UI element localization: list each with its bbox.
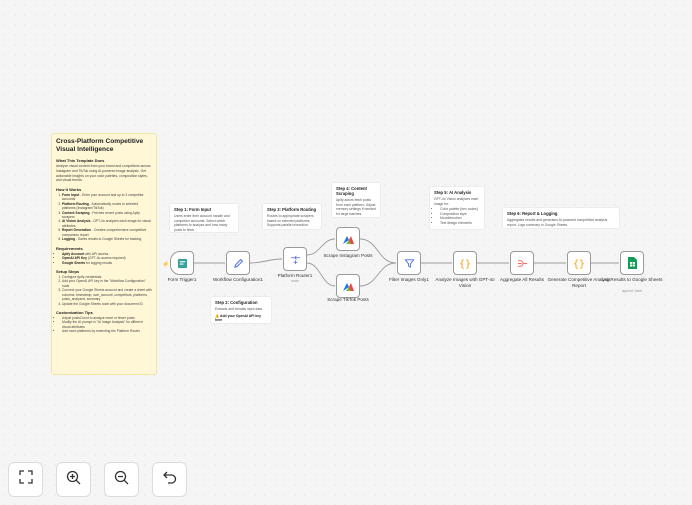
log-results-subtitle: append: sheet — [621, 289, 643, 293]
undo-icon — [162, 470, 177, 489]
router-icon — [289, 253, 302, 266]
edge-config-router — [249, 258, 283, 264]
step4-title: Step 4: Content Scraping — [336, 186, 367, 196]
tips-heading: Customization Tips — [56, 310, 93, 316]
step5-title: Step 5: AI Analysis — [434, 190, 472, 195]
list-item: Content Scraping - Fetches recent posts … — [62, 211, 152, 220]
aggregate-node[interactable] — [510, 251, 534, 275]
apify-icon — [342, 233, 355, 246]
pencil-icon — [232, 257, 245, 270]
step3-title: Step 3: Platform Routing — [267, 207, 317, 212]
setup-heading: Setup Steps — [56, 268, 80, 274]
requirements-heading: Requirements — [56, 245, 83, 251]
code-braces-icon: {} — [573, 257, 586, 270]
form-trigger-node[interactable] — [170, 251, 194, 275]
what-text: Analyze visual content from your brand a… — [56, 164, 151, 183]
step5-text: GPT-4o Vision analyzes each image for: — [434, 197, 479, 206]
svg-text:{}: {} — [459, 259, 471, 269]
step2-sticky-note[interactable]: Step 2: Configuration Extracts and forma… — [210, 296, 272, 324]
list-item: Logging - Saves results to Google Sheets… — [62, 237, 152, 241]
list-item: Google Sheets for logging results — [62, 261, 152, 265]
list-item: Platform Routing - Automatically routes … — [62, 202, 152, 211]
step4-sticky-note[interactable]: Step 4: Content Scraping Apify actors fe… — [331, 182, 381, 218]
list-item: Text design elements — [440, 221, 480, 226]
google-sheets-icon — [626, 257, 639, 270]
step1-text: Users enter their account handle and com… — [174, 214, 230, 232]
list-item: Update the Google Sheets node with your … — [62, 302, 152, 306]
log-results-node[interactable] — [620, 251, 644, 275]
platform-router-subtitle: mode — [291, 279, 299, 283]
scrape-tiktok-label: Scrape TikTok Posts — [327, 297, 369, 302]
analyze-images-node[interactable]: {} — [453, 251, 477, 275]
workflow-config-node[interactable] — [226, 251, 250, 275]
overview-sticky-note[interactable]: Cross-Platform Competitive Visual Intell… — [51, 133, 157, 375]
step4-text: Apify actors fetch posts from each platf… — [336, 198, 376, 216]
setup-list: Configure Apify credentials Add your Ope… — [56, 275, 152, 306]
tips-list: Adjust postsCount to analyze more or few… — [56, 316, 152, 334]
list-item: Add your OpenAI API key in the "Workflow… — [62, 279, 152, 288]
zoom-in-icon — [66, 470, 81, 490]
list-item: Form Input - Enter your account and up t… — [62, 193, 152, 202]
step6-text: Aggregates results and generates AI-powe… — [507, 218, 608, 227]
step3-text: Routes to appropriate scrapers based on … — [267, 214, 314, 228]
trigger-bolt-icon: ⚡ — [162, 262, 170, 268]
how-heading: How It Works — [56, 186, 82, 192]
requirements-list: Apify Account with API access OpenAI API… — [56, 252, 152, 265]
list-item: AI Vision Analysis - GPT-4o analyzes eac… — [62, 219, 152, 228]
step3-sticky-note[interactable]: Step 3: Platform Routing Routes to appro… — [262, 203, 322, 230]
zoom-in-button[interactable] — [56, 462, 91, 497]
code-braces-icon: {} — [459, 257, 472, 270]
how-list: Form Input - Enter your account and up t… — [56, 193, 152, 242]
aggregate-icon — [516, 257, 529, 270]
step1-title: Step 1: Form Input — [174, 207, 211, 212]
fit-view-button[interactable] — [8, 462, 43, 497]
scrape-tiktok-node[interactable] — [336, 274, 360, 298]
step6-title: Step 6: Report & Logging — [507, 211, 558, 216]
step2-warning: ⚠️ Add your OpenAI API key here — [215, 313, 261, 323]
list-item: Modify the AI prompt in "AI Image Analys… — [62, 320, 152, 329]
form-icon — [176, 257, 189, 270]
platform-router-label: Platform Router1 — [277, 273, 313, 278]
step5-list: Color palette (hex codes) Composition st… — [434, 207, 480, 225]
note-title: Cross-Platform Competitive Visual Intell… — [56, 138, 144, 154]
step2-text: Extracts and formats input data. — [215, 307, 263, 311]
zoom-out-icon — [114, 470, 129, 490]
generate-report-node[interactable]: {} — [567, 251, 591, 275]
svg-text:{}: {} — [573, 259, 585, 269]
list-item: Add more platforms by extending the Plat… — [62, 329, 152, 333]
step1-sticky-note[interactable]: Step 1: Form Input Users enter their acc… — [169, 203, 239, 233]
platform-router-node[interactable] — [283, 247, 307, 271]
filter-images-node[interactable] — [397, 251, 421, 275]
list-item: Connect your Google Sheets account and c… — [62, 288, 152, 301]
step5-sticky-note[interactable]: Step 5: AI Analysis GPT-4o Vision analyz… — [429, 186, 485, 230]
edge-instagram-filter — [359, 238, 397, 264]
reset-zoom-button[interactable] — [152, 462, 187, 497]
step6-sticky-note[interactable]: Step 6: Report & Logging Aggregates resu… — [502, 207, 620, 229]
filter-icon — [403, 257, 416, 270]
apify-icon — [342, 280, 355, 293]
list-item: Report Generation - Creates comprehensiv… — [62, 228, 152, 237]
scrape-instagram-node[interactable] — [336, 227, 360, 251]
fullscreen-icon — [18, 470, 33, 489]
zoom-out-button[interactable] — [104, 462, 139, 497]
edge-tiktok-filter — [359, 262, 397, 287]
scrape-instagram-label: Scrape Instagram Posts — [323, 253, 373, 258]
what-heading: What This Template Does — [56, 158, 105, 164]
step2-title: Step 2: Configuration — [215, 300, 258, 305]
log-results-label: Log Results to Google Sheets — [601, 277, 663, 282]
